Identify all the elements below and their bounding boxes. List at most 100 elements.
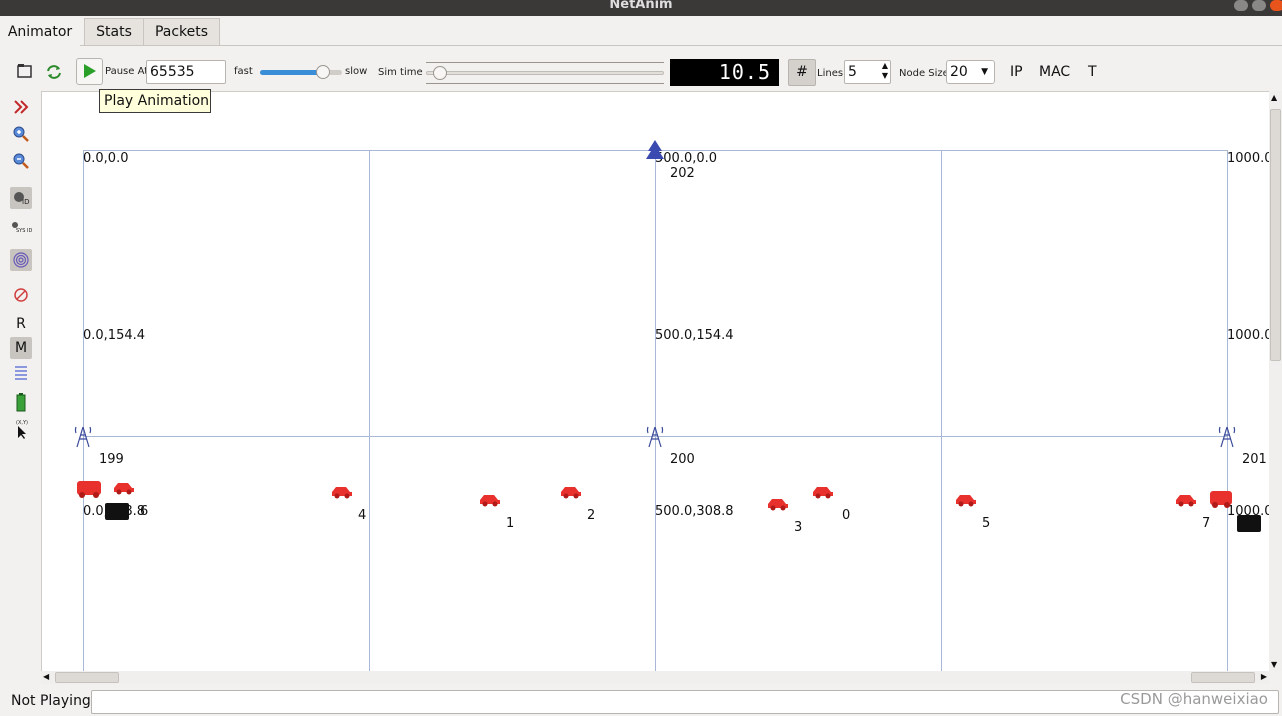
coord-label: 0.0,0.0 <box>83 151 129 166</box>
zoom-in-icon[interactable] <box>10 123 32 145</box>
car-icon[interactable] <box>954 491 978 507</box>
car-icon[interactable] <box>766 495 790 511</box>
reload-icon[interactable] <box>43 61 65 83</box>
node-size-label: Node Size <box>899 68 949 79</box>
grid-line <box>941 150 942 671</box>
node-label: 0 <box>842 508 851 523</box>
play-button[interactable] <box>76 58 103 85</box>
fingerprint-icon[interactable] <box>10 249 32 271</box>
lines-value: 5 <box>848 64 857 80</box>
node-label: 200 <box>670 452 695 467</box>
svg-text:ID: ID <box>22 198 29 206</box>
car-icon[interactable] <box>811 483 835 499</box>
speed-slider-handle[interactable] <box>316 65 330 79</box>
xy-cursor-icon[interactable]: (X,Y) <box>10 418 32 440</box>
mac-button[interactable]: MAC <box>1039 64 1070 80</box>
status-bar: Not Playing <box>0 688 1282 716</box>
node-202-icon[interactable] <box>643 139 667 163</box>
car-icon[interactable] <box>112 479 136 495</box>
scroll-right-icon[interactable]: ▶ <box>1261 672 1267 681</box>
lines-label: Lines <box>817 68 844 79</box>
pause-at-label: Pause At <box>105 66 149 77</box>
open-file-icon[interactable] <box>14 60 36 82</box>
svg-text:SYS ID: SYS ID <box>16 228 32 234</box>
node-size-value: 20 <box>950 64 968 80</box>
t-button[interactable]: T <box>1088 64 1097 80</box>
car-icon[interactable] <box>559 483 583 499</box>
node-label: 201 <box>1242 452 1267 467</box>
node-label: 7 <box>1202 516 1211 531</box>
tab-packets[interactable]: Packets <box>143 18 220 45</box>
watermark-text: CSDN @hanweixiao <box>1120 690 1268 708</box>
tab-divider <box>80 45 1282 46</box>
grid-line <box>83 150 84 671</box>
scroll-up-icon[interactable]: ▲ <box>1271 93 1277 102</box>
zoom-out-icon[interactable] <box>10 150 32 172</box>
node-label: 4 <box>358 508 367 523</box>
status-field[interactable] <box>91 690 1279 714</box>
node-label: 6 <box>140 504 149 519</box>
grid-line <box>655 150 656 671</box>
coord-label: 500.0,154.4 <box>655 328 734 343</box>
node-label: 202 <box>670 166 695 181</box>
sys-id-icon[interactable]: SYS ID <box>10 216 32 238</box>
horizontal-scrollbar[interactable]: ◀ ▶ <box>41 671 1269 684</box>
maximize-button[interactable] <box>1252 0 1266 11</box>
car-icon[interactable] <box>1208 487 1234 511</box>
sim-time-label: Sim time <box>378 67 423 78</box>
animation-canvas[interactable]: 0.0,0.0 500.0,0.0 1000.0,0.0 0.0,154.4 5… <box>41 91 1270 671</box>
r-button[interactable]: R <box>10 313 32 335</box>
tower-icon[interactable] <box>1216 423 1238 449</box>
sim-time-slider[interactable] <box>426 62 664 84</box>
m-button[interactable]: M <box>10 337 32 359</box>
node-size-combobox[interactable]: 20 ▼ <box>946 60 995 84</box>
left-toolbar: ID SYS ID R M (X,Y) <box>0 92 40 682</box>
node-label: 199 <box>99 452 124 467</box>
minimize-button[interactable] <box>1234 0 1248 11</box>
node-cluster <box>1237 515 1261 532</box>
fast-forward-icon[interactable] <box>10 96 32 118</box>
play-tooltip: Play Animation <box>99 89 211 113</box>
tower-icon[interactable] <box>72 423 94 449</box>
tab-animator[interactable]: Animator <box>0 18 80 46</box>
lines-icon[interactable] <box>10 362 32 384</box>
sim-time-display: 10.5 <box>670 59 779 86</box>
scroll-down-icon[interactable]: ▼ <box>1271 660 1277 669</box>
sim-time-slider-handle[interactable] <box>433 66 447 80</box>
node-label: 3 <box>794 520 803 535</box>
scroll-left-icon[interactable]: ◀ <box>43 672 49 681</box>
ip-button[interactable]: IP <box>1010 64 1023 80</box>
chevron-down-icon: ▼ <box>981 67 988 77</box>
vertical-scrollbar[interactable]: ▲ ▼ <box>1269 91 1282 671</box>
grid-line <box>1227 150 1228 671</box>
grid-toggle-button[interactable]: # <box>788 59 816 86</box>
car-icon[interactable] <box>75 475 103 499</box>
coord-label: 500.0,308.8 <box>655 504 734 519</box>
scrollbar-thumb[interactable] <box>1191 672 1255 683</box>
node-label: 1 <box>506 516 515 531</box>
car-icon[interactable] <box>478 491 502 507</box>
close-button[interactable] <box>1270 0 1282 11</box>
lines-spinbox[interactable]: 5 ▲ ▼ <box>844 60 891 84</box>
coord-label: 1000.0,154.4 <box>1227 328 1270 343</box>
no-icon[interactable] <box>10 284 32 306</box>
coord-label: 0.0,154.4 <box>83 328 146 343</box>
coord-label: 1000.0,0.0 <box>1227 151 1270 166</box>
node-label: 5 <box>982 516 991 531</box>
title-bar: NetAnim <box>0 0 1282 16</box>
grid-line <box>369 150 370 671</box>
car-icon[interactable] <box>330 483 354 499</box>
tab-stats[interactable]: Stats <box>84 18 144 45</box>
node-cluster <box>105 503 129 520</box>
scrollbar-thumb[interactable] <box>55 672 119 683</box>
battery-icon[interactable] <box>10 391 32 413</box>
scrollbar-thumb[interactable] <box>1270 109 1281 361</box>
pause-at-input[interactable]: 65535 <box>146 60 226 84</box>
speed-slider[interactable] <box>260 65 342 79</box>
car-icon[interactable] <box>1174 491 1198 507</box>
tower-icon[interactable] <box>644 423 666 449</box>
node-id-icon[interactable]: ID <box>10 187 32 209</box>
svg-text:(X,Y): (X,Y) <box>16 420 28 426</box>
spin-arrows-icon[interactable]: ▲ ▼ <box>882 61 888 81</box>
node-label: 2 <box>587 508 596 523</box>
